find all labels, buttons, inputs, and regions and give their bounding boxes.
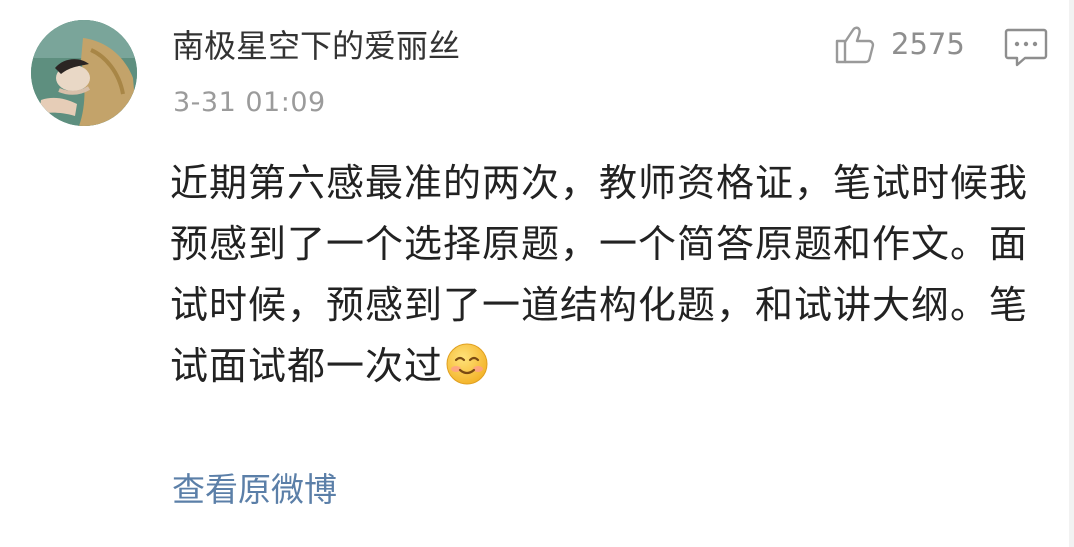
username[interactable]: 南极星空下的爱丽丝 bbox=[172, 24, 460, 68]
comment-item: 南极星空下的爱丽丝 3-31 01:09 2575 近期第六感最准的两次，教师资… bbox=[0, 0, 1074, 547]
smiling-face-emoji bbox=[446, 343, 488, 385]
like-button[interactable]: 2575 bbox=[833, 22, 965, 66]
comment-text: 近期第六感最准的两次，教师资格证，笔试时候我预感到了一个选择原题，一个简答原题和… bbox=[170, 153, 1050, 397]
comment-timestamp: 3-31 01:09 bbox=[173, 87, 326, 118]
edge-divider bbox=[1069, 0, 1074, 547]
like-count: 2575 bbox=[891, 27, 965, 61]
comment-reply-icon[interactable] bbox=[1003, 24, 1049, 68]
user-avatar[interactable] bbox=[31, 20, 137, 126]
thumbs-up-icon[interactable] bbox=[833, 22, 877, 66]
view-original-link[interactable]: 查看原微博 bbox=[172, 466, 337, 514]
comment-body: 近期第六感最准的两次，教师资格证，笔试时候我预感到了一个选择原题，一个简答原题和… bbox=[170, 161, 1029, 388]
